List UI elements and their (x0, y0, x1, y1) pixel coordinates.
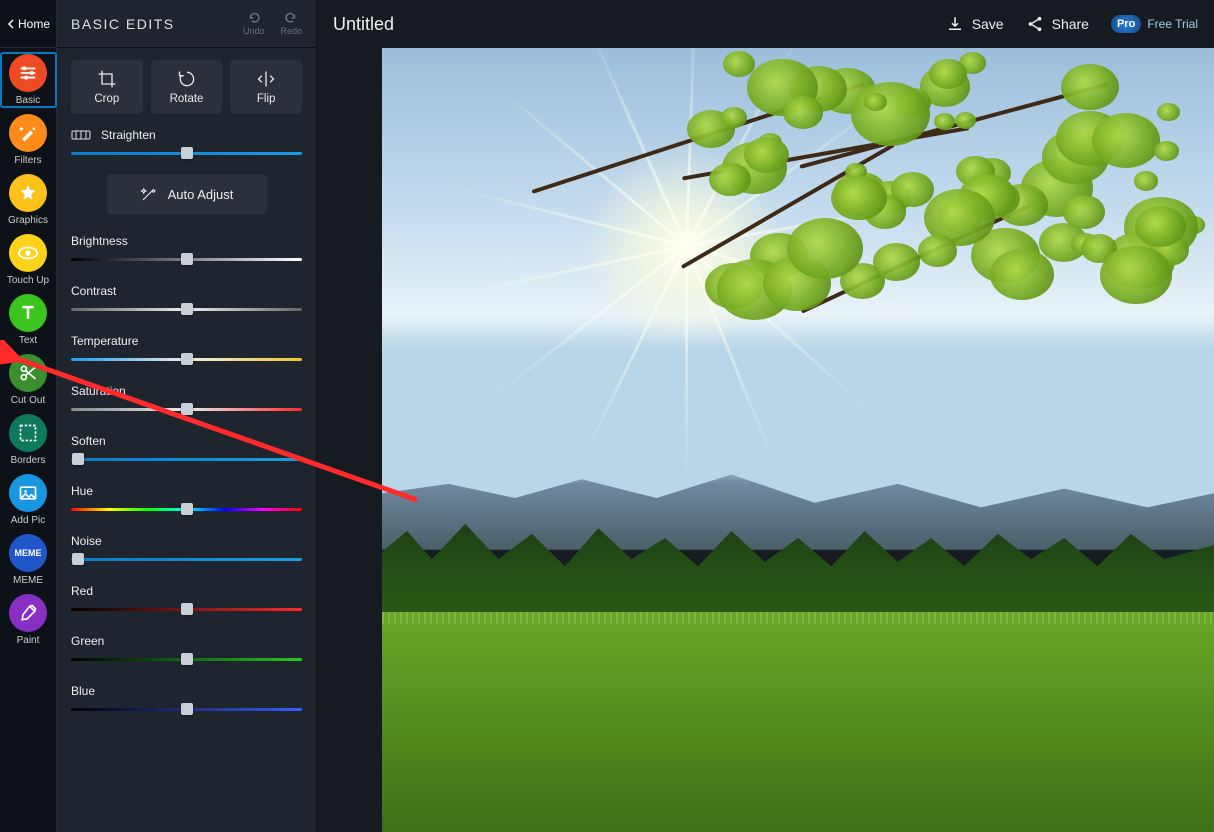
document-title[interactable]: Untitled (333, 14, 394, 35)
sidebar-item-paint[interactable]: Paint (0, 592, 57, 648)
auto-adjust-button[interactable]: Auto Adjust (107, 174, 267, 214)
blue-label: Blue (71, 684, 302, 698)
edit-panel: BASIC EDITS Undo Redo Crop (57, 0, 317, 832)
brightness-slider[interactable] (71, 252, 302, 266)
pro-badge: Pro (1111, 15, 1141, 33)
noise-slider[interactable] (71, 552, 302, 566)
temperature-label: Temperature (71, 334, 302, 348)
panel-title: BASIC EDITS (71, 16, 175, 32)
wand-icon (140, 185, 158, 203)
basic-icon (9, 54, 47, 92)
hue-label: Hue (71, 484, 302, 498)
borders-icon (9, 414, 47, 452)
hue-slider[interactable] (71, 502, 302, 516)
cut-out-icon (9, 354, 47, 392)
sidebar-item-borders[interactable]: Borders (0, 412, 57, 468)
straighten-icon (71, 128, 91, 142)
canvas-area: Untitled Save Share Pro Free Trial (317, 0, 1214, 832)
straighten-slider[interactable] (71, 146, 302, 160)
graphics-icon (9, 174, 47, 212)
add-pic-icon (9, 474, 47, 512)
blue-slider[interactable] (71, 702, 302, 716)
noise-label: Noise (71, 534, 302, 548)
contrast-slider[interactable] (71, 302, 302, 316)
sidebar-item-basic[interactable]: Basic (0, 52, 57, 108)
straighten-label: Straighten (101, 128, 156, 142)
saturation-label: Saturation (71, 384, 302, 398)
red-label: Red (71, 584, 302, 598)
redo-button[interactable]: Redo (280, 11, 302, 36)
sidebar-item-add-pic[interactable]: Add Pic (0, 472, 57, 528)
download-icon (946, 15, 964, 33)
filters-icon (9, 114, 47, 152)
green-label: Green (71, 634, 302, 648)
image-canvas[interactable] (382, 48, 1214, 832)
free-trial-link[interactable]: Free Trial (1147, 17, 1198, 31)
crop-button[interactable]: Crop (71, 60, 143, 114)
touch-up-icon (9, 234, 47, 272)
soften-label: Soften (71, 434, 302, 448)
saturation-slider[interactable] (71, 402, 302, 416)
home-button[interactable]: Home (0, 0, 56, 48)
text-icon (9, 294, 47, 332)
temperature-slider[interactable] (71, 352, 302, 366)
green-slider[interactable] (71, 652, 302, 666)
sidebar-item-touch-up[interactable]: Touch Up (0, 232, 57, 288)
sidebar: Home BasicFiltersGraphicsTouch UpTextCut… (0, 0, 57, 832)
red-slider[interactable] (71, 602, 302, 616)
sidebar-item-graphics[interactable]: Graphics (0, 172, 57, 228)
contrast-label: Contrast (71, 284, 302, 298)
soften-slider[interactable] (71, 452, 302, 466)
share-button[interactable]: Share (1026, 15, 1089, 33)
paint-icon (9, 594, 47, 632)
sidebar-item-filters[interactable]: Filters (0, 112, 57, 168)
save-button[interactable]: Save (946, 15, 1004, 33)
meme-icon: MEME (9, 534, 47, 572)
brightness-label: Brightness (71, 234, 302, 248)
sidebar-item-text[interactable]: Text (0, 292, 57, 348)
share-icon (1026, 15, 1044, 33)
rotate-button[interactable]: Rotate (151, 60, 223, 114)
undo-button[interactable]: Undo (243, 11, 265, 36)
sidebar-item-cut-out[interactable]: Cut Out (0, 352, 57, 408)
home-label: Home (18, 17, 50, 31)
sidebar-item-meme[interactable]: MEMEMEME (0, 532, 57, 588)
flip-button[interactable]: Flip (230, 60, 302, 114)
